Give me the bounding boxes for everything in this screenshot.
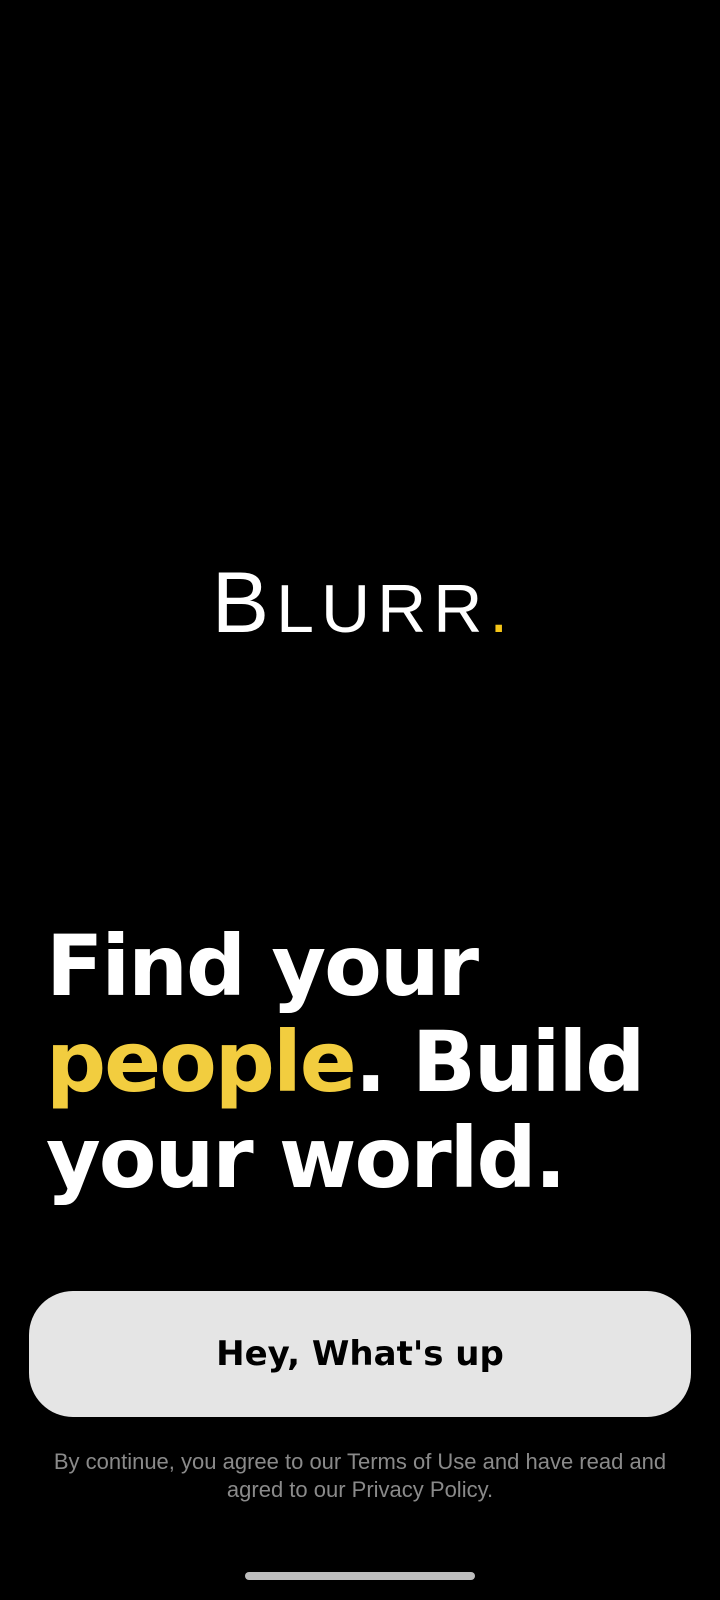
legal-disclaimer: By continue, you agree to our Terms of U… <box>40 1448 680 1504</box>
logo-dot: . <box>489 571 509 647</box>
logo-rest: LURR <box>276 571 490 647</box>
app-logo: BLURR. <box>0 560 720 646</box>
legal-suffix: . <box>486 1477 494 1502</box>
headline: Find your people. Build your world. <box>46 918 686 1206</box>
logo-initial: B <box>211 555 277 651</box>
headline-accent-word: people <box>46 1013 357 1111</box>
legal-prefix: By continue, you agree to our <box>53 1449 347 1474</box>
headline-line-3: your world. <box>46 1109 567 1207</box>
terms-of-use-link[interactable]: Terms of Use <box>347 1449 477 1474</box>
headline-line-2: people. Build <box>46 1014 686 1110</box>
headline-line-2-rest: . Build <box>354 1013 646 1111</box>
home-indicator[interactable] <box>245 1572 475 1580</box>
headline-line-1: Find your <box>46 917 479 1015</box>
privacy-policy-link[interactable]: Privacy Policy <box>352 1477 487 1502</box>
hey-whats-up-button[interactable]: Hey, What's up <box>29 1291 691 1417</box>
